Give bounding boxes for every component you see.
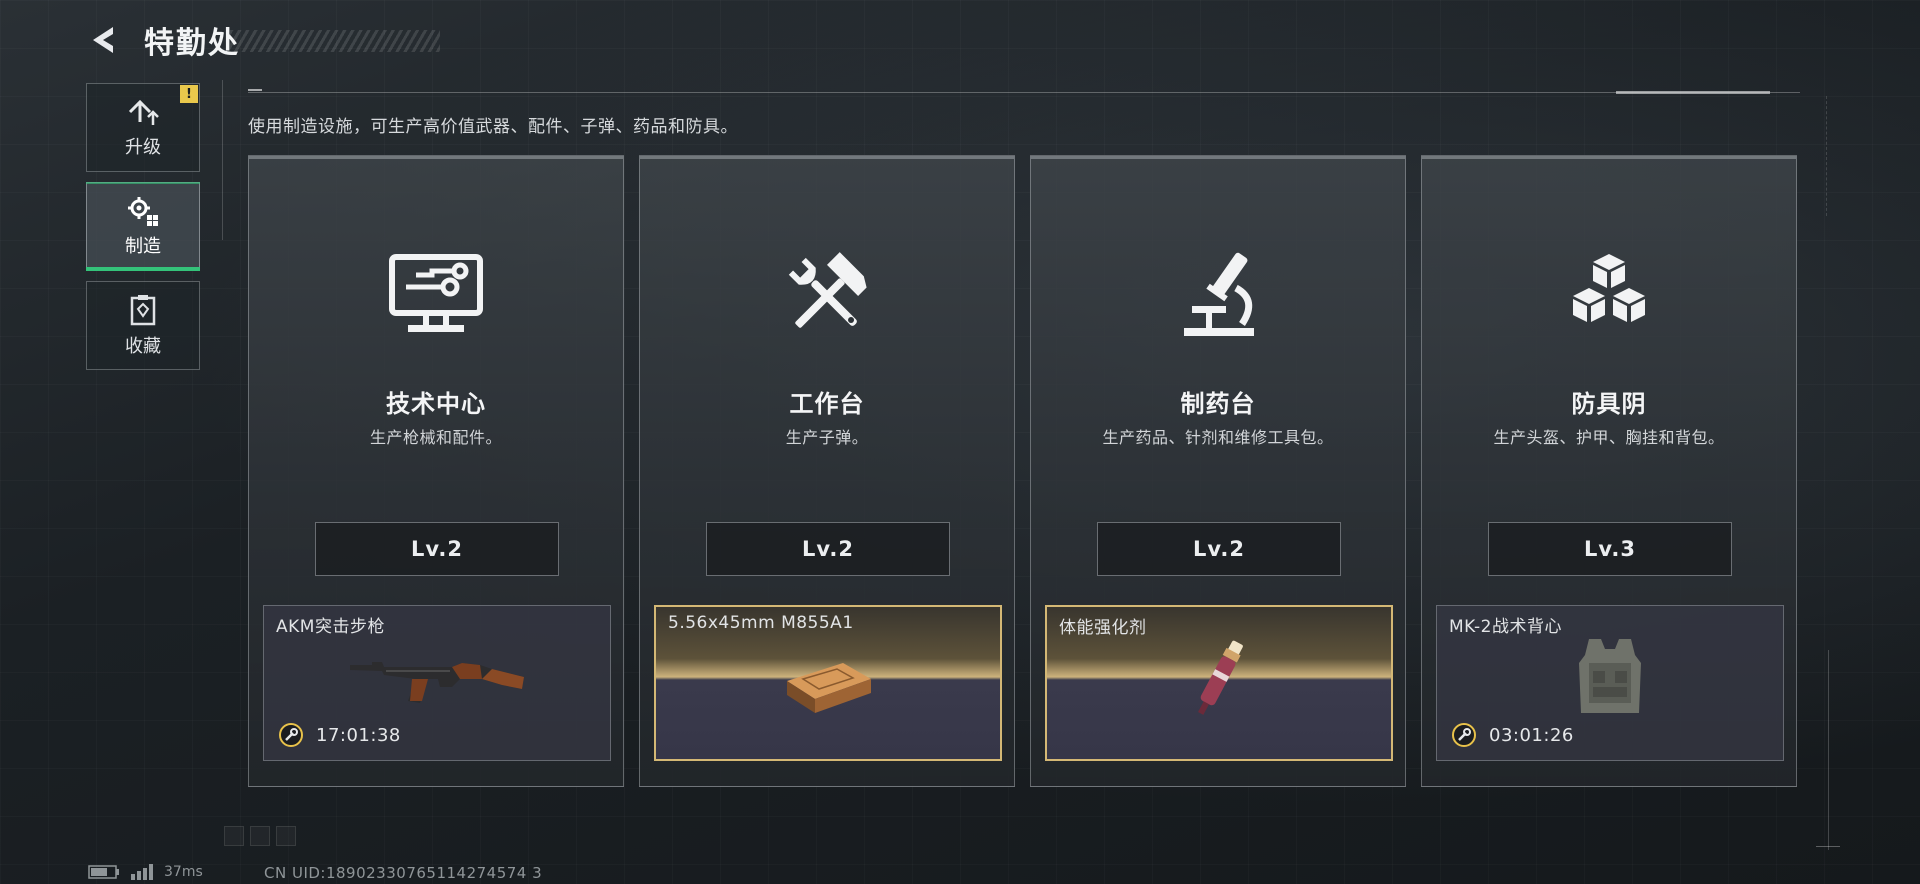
battery-icon <box>88 865 119 879</box>
right-deco-cross <box>1816 846 1840 847</box>
station-description: 生产头盔、护甲、胸挂和背包。 <box>1493 428 1725 447</box>
status-bar: 37ms <box>88 864 203 880</box>
sidebar-item-crafting[interactable]: 制造 <box>86 182 200 271</box>
production-timer: 17:01:38 <box>278 722 401 748</box>
notification-badge: ! <box>180 85 198 103</box>
header: 特勤处 <box>86 18 240 62</box>
signal-icon <box>131 864 153 880</box>
sidebar-item-upgrade[interactable]: ! 升级 <box>86 83 200 172</box>
station-name: 工作台 <box>789 390 865 418</box>
card-icon-wrap <box>1163 246 1273 346</box>
upgrade-arrow-icon <box>128 99 159 125</box>
station-name: 制药台 <box>1180 390 1256 418</box>
sidebar-item-label: 制造 <box>125 235 161 257</box>
top-divider-line <box>248 92 1800 93</box>
title-stripes-decoration <box>230 30 440 52</box>
product-image <box>733 637 923 721</box>
right-deco-line <box>1828 650 1829 850</box>
production-timer: 03:01:26 <box>1451 722 1574 748</box>
back-button[interactable] <box>86 22 122 58</box>
station-description: 生产子弹。 <box>785 428 869 447</box>
bottom-decoration <box>224 826 296 846</box>
wrench-clock-icon <box>1452 723 1476 747</box>
product-name: AKM突击步枪 <box>276 617 385 637</box>
product-name: 5.56x45mm M855A1 <box>668 613 854 633</box>
user-uid: CN UID:18902330765114274574 3 <box>264 864 543 882</box>
ping-text: 37ms <box>164 864 203 880</box>
sidebar-item-label: 收藏 <box>125 335 161 357</box>
cubes-icon <box>1573 254 1645 322</box>
station-card-tech-center[interactable]: 技术中心 生产枪械和配件。 Lv.2 AKM突击步枪 17:01:38 <box>248 155 624 787</box>
computer-monitor-icon <box>389 254 483 332</box>
injector-icon <box>1198 640 1243 715</box>
station-description: 生产药品、针剂和维修工具包。 <box>1102 428 1334 447</box>
top-divider-tick <box>248 89 262 91</box>
deco-square <box>276 826 296 846</box>
product-image <box>1124 637 1314 721</box>
timer-text: 17:01:38 <box>316 724 401 746</box>
station-name: 技术中心 <box>386 390 486 418</box>
production-slot[interactable]: 体能强化剂 <box>1045 605 1393 761</box>
level-button[interactable]: Lv.2 <box>315 522 559 576</box>
page-title: 特勤处 <box>144 26 240 61</box>
top-divider-highlight <box>1616 91 1770 94</box>
level-button[interactable]: Lv.3 <box>1488 522 1732 576</box>
level-button[interactable]: Lv.2 <box>706 522 950 576</box>
sidebar-item-label: 升级 <box>125 136 161 158</box>
station-card-armor[interactable]: 防具阴 生产头盔、护甲、胸挂和背包。 Lv.3 MK-2战术背心 03:01:2… <box>1421 155 1797 787</box>
station-card-pharmacy[interactable]: 制药台 生产药品、针剂和维修工具包。 Lv.2 体能强化剂 <box>1030 155 1406 787</box>
wrench-clock-icon <box>279 723 303 747</box>
deco-square <box>224 826 244 846</box>
level-button[interactable]: Lv.2 <box>1097 522 1341 576</box>
deco-square <box>250 826 270 846</box>
card-top-edge <box>640 156 1014 159</box>
page-description: 使用制造设施，可生产高价值武器、配件、子弹、药品和防具。 <box>248 117 738 137</box>
station-description: 生产枪械和配件。 <box>369 428 502 447</box>
product-name: 体能强化剂 <box>1059 618 1147 638</box>
card-top-edge <box>1422 156 1796 159</box>
production-slot[interactable]: MK-2战术背心 03:01:26 <box>1436 605 1784 761</box>
sidebar: ! 升级 制造 收藏 <box>86 83 200 380</box>
station-card-workbench[interactable]: 工作台 生产子弹。 Lv.2 5.56x45mm M855A1 <box>639 155 1015 787</box>
hammer-wrench-icon <box>788 252 867 328</box>
product-image <box>342 636 532 720</box>
card-top-edge <box>1031 156 1405 159</box>
sidebar-item-collection[interactable]: 收藏 <box>86 281 200 370</box>
product-name: MK-2战术背心 <box>1449 617 1562 637</box>
timer-text: 03:01:26 <box>1489 724 1574 746</box>
card-top-edge <box>249 156 623 159</box>
card-icon-wrap <box>772 246 882 346</box>
card-icon-wrap <box>1554 246 1664 346</box>
collection-icon <box>130 294 156 325</box>
product-image <box>1515 636 1705 720</box>
vest-icon <box>1579 639 1641 713</box>
station-name: 防具阴 <box>1571 390 1647 418</box>
sidebar-divider <box>222 80 223 240</box>
chevron-left-icon <box>93 27 113 53</box>
card-icon-wrap <box>381 246 491 346</box>
production-slot[interactable]: 5.56x45mm M855A1 <box>654 605 1002 761</box>
rifle-icon <box>350 662 524 703</box>
gears-icon <box>128 196 158 226</box>
production-slot[interactable]: AKM突击步枪 17:01:38 <box>263 605 611 761</box>
ammo-box-icon <box>787 663 871 713</box>
microscope-icon <box>1184 252 1254 336</box>
right-edge-decoration <box>1826 96 1836 216</box>
